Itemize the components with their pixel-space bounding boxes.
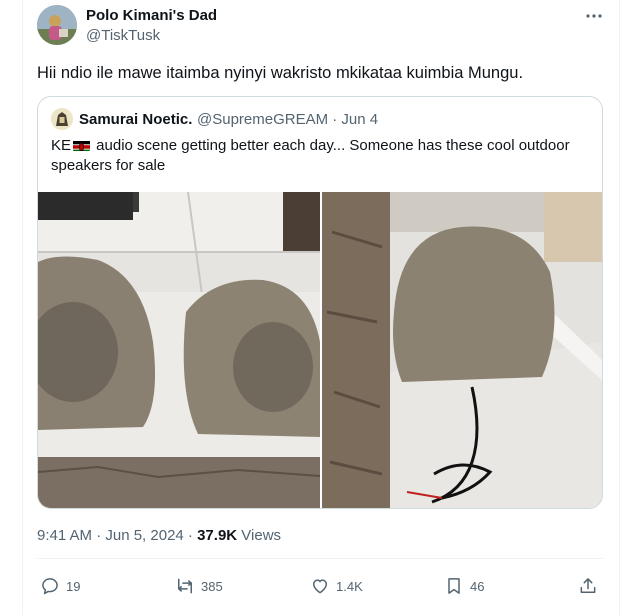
quote-text-body: audio scene getting better each day... S…: [51, 137, 570, 174]
quote-media: [38, 192, 603, 509]
reply-count: 19: [66, 578, 81, 594]
quoted-tweet[interactable]: Samurai Noetic. @SupremeGREAM · Jun 4 KE…: [37, 96, 603, 509]
author-name[interactable]: Polo Kimani's Dad: [86, 7, 217, 24]
divider: [37, 558, 603, 559]
quote-author-meta[interactable]: @SupremeGREAM · Jun 4: [197, 111, 378, 128]
like-count: 1.4K: [336, 578, 363, 594]
repost-icon: [178, 578, 192, 594]
more-icon[interactable]: [584, 6, 604, 26]
reply-button[interactable]: 19: [40, 574, 80, 598]
timestamp-text: 9:41 AM · Jun 5, 2024 ·: [37, 527, 198, 544]
bookmark-count: 46: [470, 578, 485, 594]
quote-author-avatar[interactable]: [51, 108, 73, 130]
author-avatar[interactable]: [37, 5, 77, 45]
author-handle[interactable]: @TiskTusk: [86, 27, 160, 44]
quote-text: KE audio scene getting better each day..…: [51, 136, 596, 176]
tweet-timestamp[interactable]: 9:41 AM · Jun 5, 2024 · 37.9K Views: [37, 527, 281, 544]
quote-text-prefix: KE: [51, 137, 72, 154]
views-label: Views: [237, 527, 282, 544]
quote-author-name[interactable]: Samurai Noetic.: [79, 111, 192, 128]
reply-icon: [42, 578, 58, 595]
kenya-flag-icon: [73, 139, 91, 151]
repost-count: 385: [201, 578, 223, 594]
share-button[interactable]: [578, 576, 598, 596]
speaker-with-cable-photo[interactable]: [322, 192, 603, 509]
speakers-pair-photo[interactable]: [38, 192, 320, 509]
bookmark-icon: [448, 578, 460, 594]
tweet-text: Hii ndio ile mawe itaimba nyinyi wakrist…: [37, 64, 524, 82]
bookmark-button[interactable]: 46: [444, 574, 484, 598]
heart-icon: [313, 579, 327, 594]
share-icon: [580, 578, 596, 593]
views-count: 37.9K: [197, 527, 238, 544]
like-button[interactable]: 1.4K: [310, 574, 363, 598]
repost-button[interactable]: 385: [175, 574, 223, 598]
